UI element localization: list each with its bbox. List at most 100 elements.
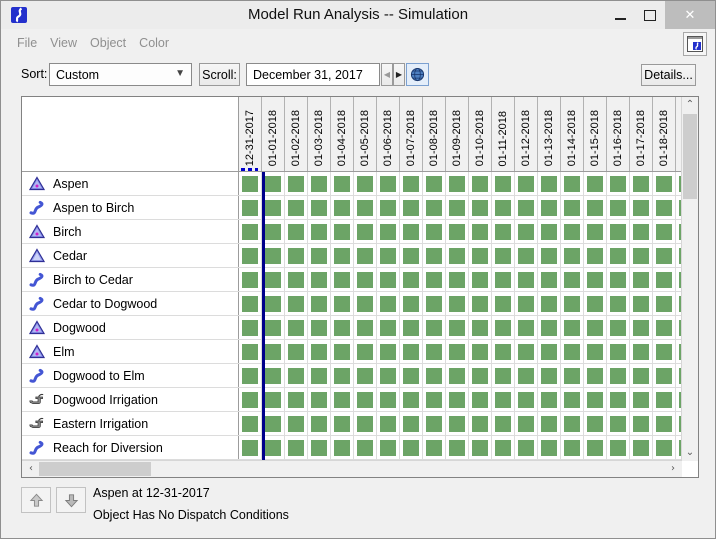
grid-cell[interactable] (400, 364, 423, 387)
grid-cell[interactable] (561, 388, 584, 411)
grid-cell[interactable] (400, 340, 423, 363)
row-label-cedar[interactable]: Cedar (22, 244, 239, 267)
grid-cell[interactable] (515, 436, 538, 459)
grid-cell[interactable] (653, 268, 676, 291)
grid-cell[interactable] (423, 340, 446, 363)
column-header-01-16-2018[interactable]: 01-16-2018 (607, 97, 630, 171)
grid-cell[interactable] (285, 292, 308, 315)
grid-cell[interactable] (239, 268, 262, 291)
grid-cell[interactable] (515, 316, 538, 339)
grid-cell[interactable] (538, 340, 561, 363)
grid-cell[interactable] (308, 268, 331, 291)
grid-cell[interactable] (653, 220, 676, 243)
column-header-01-11-2018[interactable]: 01-11-2018 (492, 97, 515, 171)
horizontal-scrollbar[interactable]: ‹ › (22, 460, 682, 477)
grid-cell[interactable] (331, 436, 354, 459)
menu-file[interactable]: File (16, 34, 38, 52)
grid-cell[interactable] (377, 316, 400, 339)
grid-cell[interactable] (446, 196, 469, 219)
row-label-elm[interactable]: Elm (22, 340, 239, 363)
grid-cell[interactable] (285, 220, 308, 243)
scroll-button[interactable]: Scroll: (199, 63, 240, 86)
grid-cell[interactable] (354, 340, 377, 363)
grid-cell[interactable] (285, 268, 308, 291)
grid-cell[interactable] (492, 196, 515, 219)
grid-cell[interactable] (538, 244, 561, 267)
grid-cell[interactable] (423, 436, 446, 459)
grid-cell[interactable] (239, 172, 262, 195)
prev-object-button[interactable] (21, 487, 51, 513)
grid-cell[interactable] (400, 388, 423, 411)
grid-cell[interactable] (354, 316, 377, 339)
grid-cell[interactable] (515, 388, 538, 411)
row-label-aspen[interactable]: Aspen (22, 172, 239, 195)
grid-cell[interactable] (423, 172, 446, 195)
grid-cell[interactable] (515, 196, 538, 219)
column-header-01-15-2018[interactable]: 01-15-2018 (584, 97, 607, 171)
grid-cell[interactable] (561, 220, 584, 243)
grid-cell[interactable] (262, 340, 285, 363)
grid-cell[interactable] (354, 268, 377, 291)
grid-cell[interactable] (400, 220, 423, 243)
scroll-date-input[interactable]: December 31, 2017 (246, 63, 380, 86)
grid-cell[interactable] (607, 388, 630, 411)
grid-cell[interactable] (331, 292, 354, 315)
grid-cell[interactable] (607, 340, 630, 363)
menu-color[interactable]: Color (138, 34, 170, 52)
column-header-01-01-2018[interactable]: 01-01-2018 (262, 97, 285, 171)
grid-cell[interactable] (446, 388, 469, 411)
grid-cell[interactable] (285, 340, 308, 363)
grid-cell[interactable] (538, 292, 561, 315)
grid-cell[interactable] (630, 244, 653, 267)
grid-cell[interactable] (239, 340, 262, 363)
grid-cell[interactable] (607, 172, 630, 195)
grid-cell[interactable] (584, 412, 607, 435)
column-header-01-09-2018[interactable]: 01-09-2018 (446, 97, 469, 171)
grid-cell[interactable] (630, 196, 653, 219)
grid-cell[interactable] (354, 196, 377, 219)
grid-cell[interactable] (607, 436, 630, 459)
grid-cell[interactable] (400, 172, 423, 195)
grid-cell[interactable] (469, 292, 492, 315)
grid-cell[interactable] (423, 364, 446, 387)
grid-cell[interactable] (561, 268, 584, 291)
sort-select[interactable]: Custom ▼ (49, 63, 192, 86)
grid-cell[interactable] (423, 220, 446, 243)
grid-cell[interactable] (653, 292, 676, 315)
grid-cell[interactable] (377, 292, 400, 315)
grid-cell[interactable] (423, 412, 446, 435)
grid-cell[interactable] (538, 172, 561, 195)
grid-cell[interactable] (630, 436, 653, 459)
grid-cell[interactable] (492, 172, 515, 195)
grid-cell[interactable] (377, 388, 400, 411)
grid-cell[interactable] (262, 244, 285, 267)
grid-cell[interactable] (354, 412, 377, 435)
grid-cell[interactable] (561, 196, 584, 219)
grid-cell[interactable] (607, 268, 630, 291)
minimize-button[interactable] (605, 1, 635, 29)
grid-cell[interactable] (400, 436, 423, 459)
grid-cell[interactable] (446, 412, 469, 435)
column-header-01-12-2018[interactable]: 01-12-2018 (515, 97, 538, 171)
grid-cell[interactable] (331, 364, 354, 387)
next-object-button[interactable] (56, 487, 86, 513)
grid-cell[interactable] (469, 244, 492, 267)
grid-cell[interactable] (538, 364, 561, 387)
grid-cell[interactable] (239, 292, 262, 315)
grid-cell[interactable] (515, 244, 538, 267)
grid-cell[interactable] (515, 292, 538, 315)
grid-cell[interactable] (653, 364, 676, 387)
details-button[interactable]: Details... (641, 64, 696, 86)
column-header-01-03-2018[interactable]: 01-03-2018 (308, 97, 331, 171)
grid-cell[interactable] (423, 244, 446, 267)
grid-cell[interactable] (308, 388, 331, 411)
grid-cell[interactable] (630, 316, 653, 339)
grid-cell[interactable] (584, 340, 607, 363)
column-header-01-04-2018[interactable]: 01-04-2018 (331, 97, 354, 171)
scroll-down-icon[interactable]: ⌄ (682, 446, 698, 460)
grid-cell[interactable] (492, 316, 515, 339)
grid-cell[interactable] (561, 340, 584, 363)
grid-cell[interactable] (538, 436, 561, 459)
scroll-up-icon[interactable]: ⌃ (682, 98, 698, 112)
row-label-birch-to-cedar[interactable]: Birch to Cedar (22, 268, 239, 291)
